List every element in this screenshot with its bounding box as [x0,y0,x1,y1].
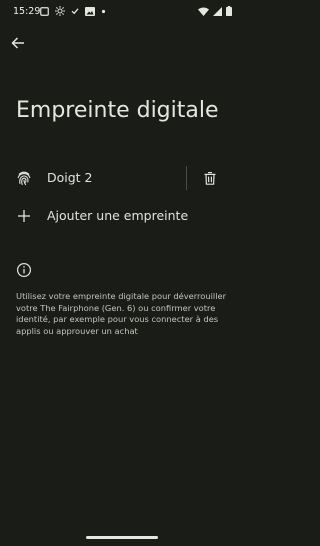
fingerprint-icon [15,169,33,187]
system-icons [198,6,232,16]
back-button[interactable] [8,33,28,53]
wifi-icon [198,6,209,16]
page-title: Empreinte digitale [16,98,219,123]
fingerprint-label: Doigt 2 [47,170,93,185]
arrow-left-icon [11,37,24,49]
fingerprint-item[interactable]: Doigt 2 [0,158,245,198]
add-fingerprint-label: Ajouter une empreinte [47,208,189,223]
gesture-nav-handle[interactable] [86,536,158,539]
add-fingerprint-button[interactable]: Ajouter une empreinte [0,196,245,236]
delete-fingerprint-button[interactable] [200,168,220,188]
cell-signal-icon [213,6,222,16]
info-icon [16,262,32,278]
info-description: Utilisez votre empreinte digitale pour d… [16,291,227,336]
screenshot-icon [40,6,49,16]
battery-icon [226,6,232,16]
trash-icon [204,171,216,185]
brightness-icon [55,6,65,16]
dot-icon [101,9,106,13]
row-divider [186,166,187,190]
image-icon [85,6,95,16]
status-bar: 15:29 [0,0,245,24]
fingerprint-settings-screen: 15:29 Empreinte digitale Doigt 2 Ajouter… [0,0,245,546]
status-time: 15:29 [13,6,41,17]
check-icon [71,8,79,15]
notification-icons [40,6,106,16]
plus-icon [15,207,33,225]
